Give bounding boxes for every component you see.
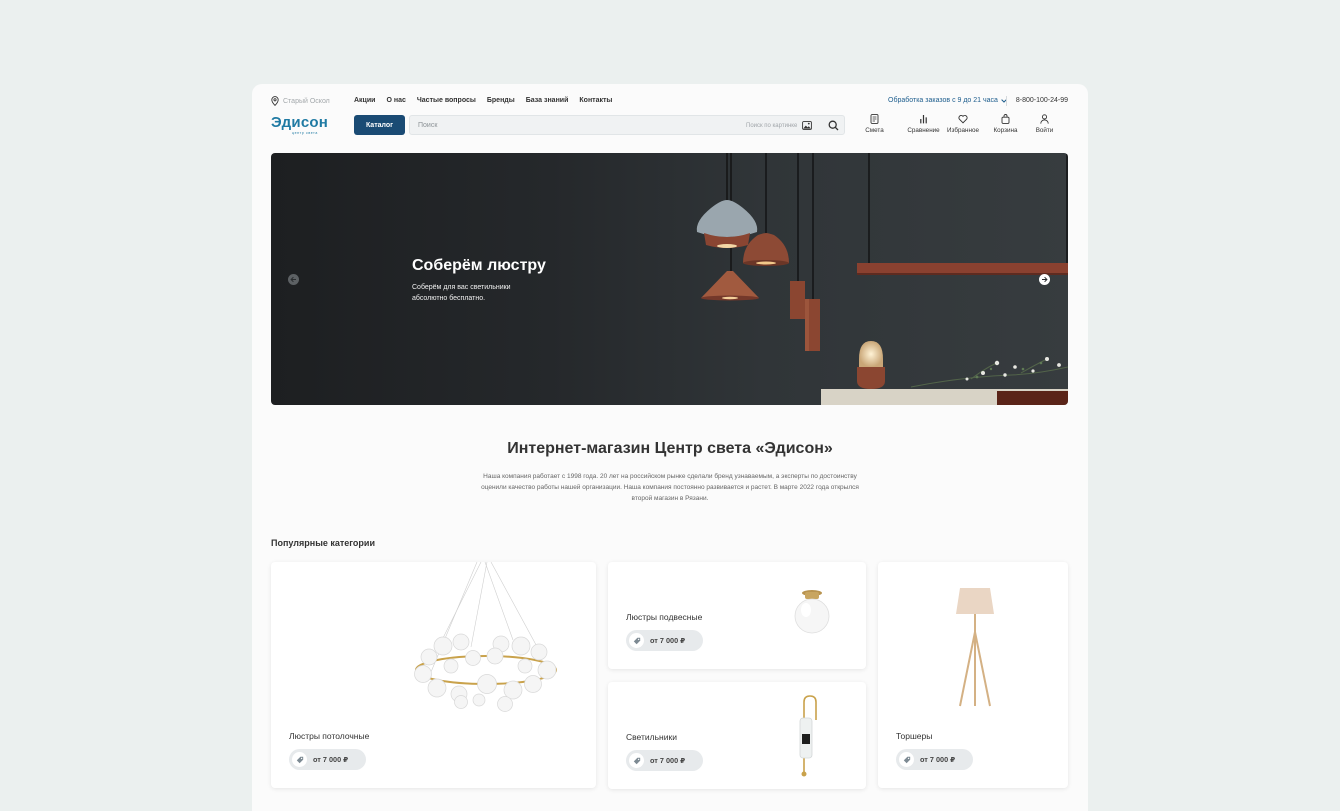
hero-title: Соберём люстру [412, 257, 546, 274]
about-title: Интернет-магазин Центр света «Эдисон» [507, 440, 833, 457]
estimate-icon [870, 114, 879, 124]
wall-lamp-image [799, 695, 817, 777]
category-name: Торшеры [896, 731, 933, 741]
search-icon[interactable] [828, 120, 839, 131]
top-navigation: Акции О нас Частые вопросы Бренды База з… [354, 97, 612, 104]
hero-banner[interactable]: Соберём люстру Соберём для вас светильни… [271, 153, 1068, 405]
category-name: Люстры потолочные [289, 731, 370, 741]
work-hours-dropdown[interactable]: Обработка заказов с 9 до 21 часа [888, 97, 1007, 104]
cart-icon [1001, 114, 1010, 124]
favorites-button[interactable]: Избранное [946, 114, 980, 134]
category-price-badge: от 7 000 ₽ [626, 630, 703, 651]
arrow-right-icon [1042, 276, 1048, 283]
nav-knowledge-base[interactable]: База знаний [526, 97, 569, 104]
category-price: от 7 000 ₽ [920, 755, 956, 764]
hero-subtitle: Соберём для вас светильники абсолютно бе… [412, 284, 511, 302]
cart-button[interactable]: Корзина [992, 114, 1019, 134]
compare-icon [920, 115, 927, 124]
top-bar: Старый Оскол Акции О нас Частые вопросы … [271, 96, 1068, 108]
slider-prev-button[interactable] [288, 274, 299, 285]
ceiling-chandelier-image [414, 562, 557, 712]
arrow-left-icon [290, 276, 296, 283]
divider [1006, 96, 1007, 106]
city-selector[interactable]: Старый Оскол [271, 96, 330, 106]
city-name: Старый Оскол [283, 97, 330, 105]
categories-title: Популярные категории [271, 538, 375, 548]
category-card-lamps[interactable]: Светильники от 7 000 ₽ [608, 682, 866, 789]
floor-lamp-image [956, 588, 994, 707]
pendant-chandelier-image [794, 590, 830, 634]
estimate-label: Смета [865, 127, 884, 134]
category-card-ceiling-chandeliers[interactable]: Люстры потолочные от 7 000 ₽ [271, 562, 596, 788]
category-name: Светильники [626, 732, 677, 742]
compare-label: Сравнение [907, 127, 940, 134]
page-container: Старый Оскол Акции О нас Частые вопросы … [252, 84, 1088, 811]
search-bar: Поиск по картинке [409, 115, 845, 135]
nav-about[interactable]: О нас [386, 97, 405, 104]
logo-subtitle: центр света [292, 131, 318, 135]
user-icon [1040, 114, 1049, 124]
login-button[interactable]: Войти [1034, 114, 1055, 134]
category-price: от 7 000 ₽ [313, 755, 349, 764]
price-tag-icon [629, 753, 644, 768]
price-tag-icon [899, 752, 914, 767]
estimate-button[interactable]: Смета [864, 114, 885, 134]
login-label: Войти [1035, 127, 1054, 134]
image-search-button[interactable]: Поиск по картинке [746, 121, 813, 130]
nav-contacts[interactable]: Контакты [579, 97, 612, 104]
nav-brands[interactable]: Бренды [487, 97, 515, 104]
category-card-pendant-chandeliers[interactable]: Люстры подвесные от 7 000 ₽ [608, 562, 866, 669]
about-text: Наша компания работает с 1998 года. 20 л… [481, 473, 859, 502]
category-card-floor-lamps[interactable]: Торшеры от 7 000 ₽ [878, 562, 1068, 788]
category-name: Люстры подвесные [626, 612, 703, 622]
category-price: от 7 000 ₽ [650, 636, 686, 645]
nav-faq[interactable]: Частые вопросы [417, 97, 476, 104]
location-pin-icon [271, 96, 279, 106]
favorites-label: Избранное [947, 127, 979, 134]
category-price-badge: от 7 000 ₽ [896, 749, 973, 770]
logo-title: Эдисон [271, 114, 328, 131]
slider-next-button[interactable] [1039, 274, 1050, 285]
category-price: от 7 000 ₽ [650, 756, 686, 765]
hero-lamps-illustration [696, 153, 1068, 405]
work-hours-text: Обработка заказов с 9 до 21 часа [888, 97, 998, 104]
category-price-badge: от 7 000 ₽ [289, 749, 366, 770]
compare-button[interactable]: Сравнение [906, 114, 941, 134]
header-actions: Смета Сравнение Избранное Корзина Войти [864, 114, 1055, 134]
catalog-button[interactable]: Каталог [354, 115, 405, 135]
search-input[interactable] [418, 120, 718, 131]
category-price-badge: от 7 000 ₽ [626, 750, 703, 771]
nav-promotions[interactable]: Акции [354, 97, 375, 104]
phone-number[interactable]: 8-800-100-24-99 [1016, 97, 1068, 104]
heart-icon [958, 114, 968, 124]
image-search-label: Поиск по картинке [746, 122, 798, 129]
logo[interactable]: Эдисон центр света [271, 115, 335, 137]
price-tag-icon [629, 633, 644, 648]
image-icon [802, 121, 813, 130]
price-tag-icon [292, 752, 307, 767]
cart-label: Корзина [993, 127, 1018, 134]
